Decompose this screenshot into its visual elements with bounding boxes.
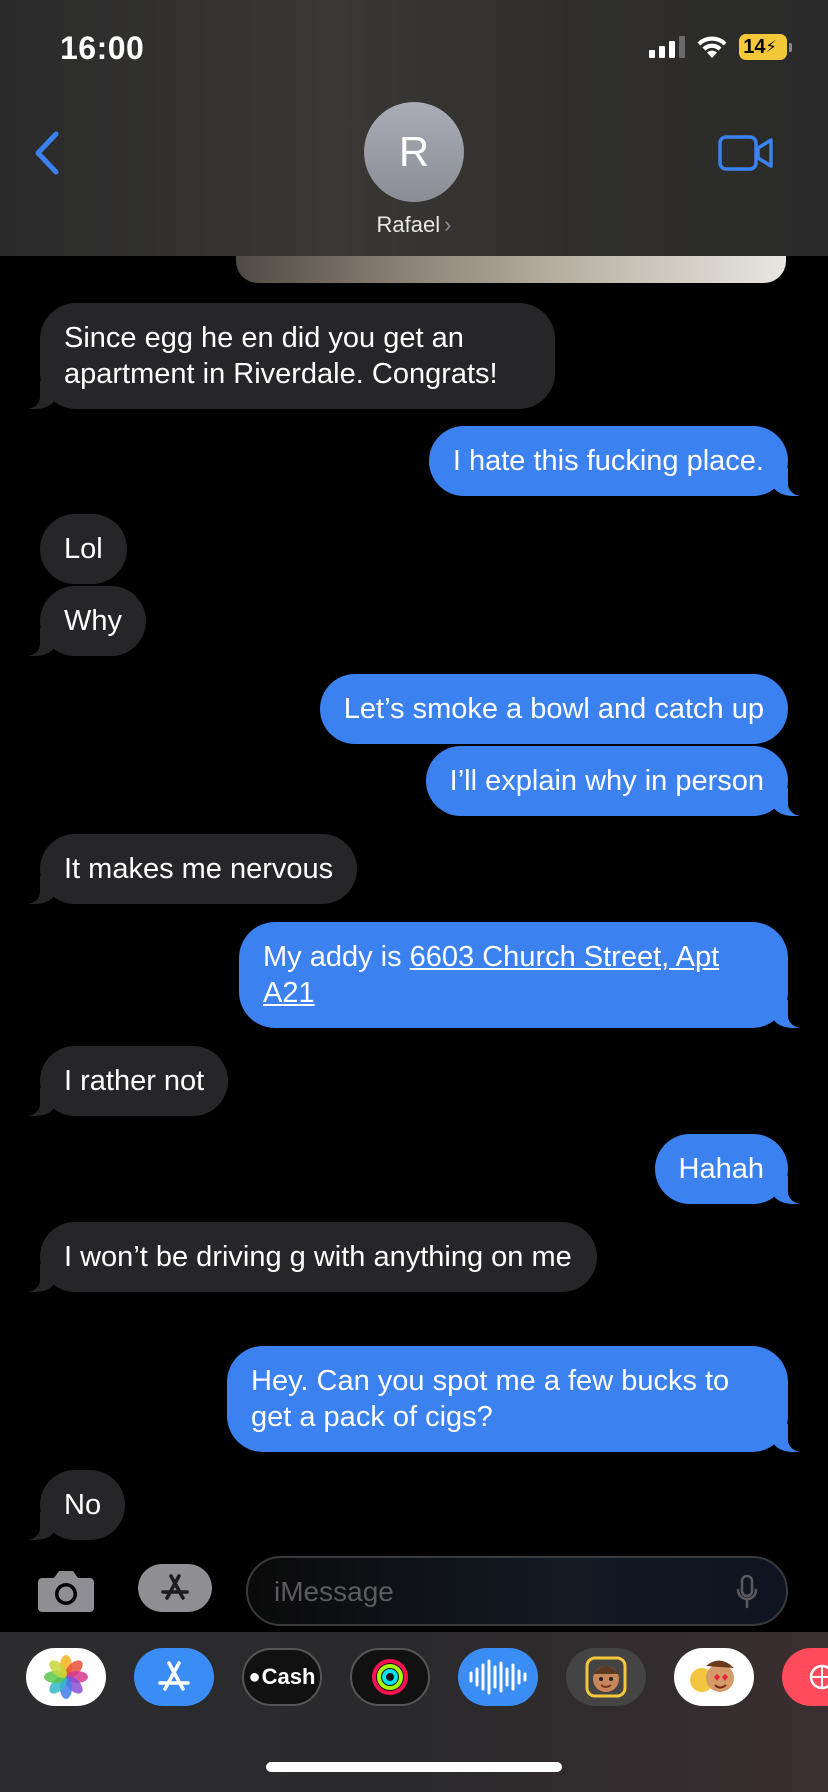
memoji-button[interactable] — [566, 1648, 646, 1706]
waveform-icon — [469, 1659, 527, 1695]
message-incoming[interactable]: Why — [14, 586, 146, 656]
memoji-stickers-icon — [690, 1660, 734, 1692]
message-incoming[interactable]: It makes me nervous — [13, 834, 358, 904]
message-incoming[interactable]: No — [13, 1470, 126, 1540]
apps-button[interactable] — [138, 1564, 212, 1612]
photos-app-button[interactable] — [26, 1648, 106, 1706]
battery-icon: 14 ⚡ — [739, 34, 792, 60]
status-indicators: 14 ⚡ — [649, 34, 792, 60]
compose-bar: iMessage — [0, 1544, 828, 1632]
globe-icon — [809, 1664, 828, 1690]
message-outgoing[interactable]: I hate this fucking place. — [428, 426, 815, 496]
video-call-button[interactable] — [718, 134, 774, 172]
message-outgoing[interactable]: I’ll explain why in person — [425, 746, 815, 816]
message-incoming[interactable]: I rather not — [13, 1046, 229, 1116]
contact-name-label: Rafael — [376, 212, 441, 237]
status-time: 16:00 — [60, 30, 145, 66]
camera-icon[interactable] — [36, 1566, 96, 1614]
memoji-stickers-button[interactable] — [674, 1648, 754, 1706]
message-outgoing[interactable]: Let’s smoke a bowl and catch up — [319, 674, 788, 744]
photos-icon — [44, 1655, 88, 1699]
message-outgoing[interactable]: My addy is 6603 Church Street, Apt A21 — [239, 922, 814, 1028]
cellular-signal-icon — [649, 36, 685, 58]
cash-label: Cash — [261, 1664, 316, 1689]
image-attachment[interactable] — [236, 256, 786, 283]
message-incoming[interactable]: Since egg he en did you get an apartment… — [14, 303, 555, 409]
message-text: My addy is — [263, 941, 410, 973]
chevron-right-icon: › — [444, 212, 452, 237]
app-store-button[interactable] — [134, 1648, 214, 1706]
message-incoming[interactable]: I won’t be driving g with anything on me — [14, 1222, 597, 1292]
back-button[interactable] — [28, 128, 68, 178]
conversation-header: 16:00 14 ⚡ R Rafael › — [0, 0, 828, 256]
message-outgoing[interactable]: Hahah — [654, 1134, 815, 1204]
audio-message-button[interactable] — [458, 1648, 538, 1706]
home-indicator[interactable] — [266, 1762, 562, 1772]
message-input[interactable]: iMessage — [246, 1556, 788, 1626]
app-store-icon — [161, 1574, 189, 1600]
message-incoming[interactable]: Lol — [40, 514, 127, 584]
message-outgoing[interactable]: Hey. Can you spot me a few bucks to get … — [227, 1346, 814, 1452]
fitness-button[interactable] — [350, 1648, 430, 1706]
contact-name[interactable]: Rafael › — [0, 212, 828, 238]
microphone-icon[interactable] — [736, 1574, 758, 1610]
more-apps-button[interactable] — [782, 1648, 828, 1706]
memoji-face-icon — [585, 1656, 627, 1698]
app-drawer: ● Cash — [0, 1632, 828, 1792]
contact-avatar[interactable]: R — [364, 102, 464, 202]
battery-level: 14 — [743, 35, 766, 58]
message-input-placeholder: iMessage — [274, 1576, 394, 1607]
apple-logo-icon: ● — [248, 1665, 261, 1688]
wifi-icon — [697, 36, 727, 58]
activity-rings-icon — [372, 1659, 408, 1695]
app-store-icon — [158, 1661, 190, 1691]
apple-cash-button[interactable]: ● Cash — [242, 1648, 322, 1706]
avatar-initial: R — [398, 128, 430, 175]
